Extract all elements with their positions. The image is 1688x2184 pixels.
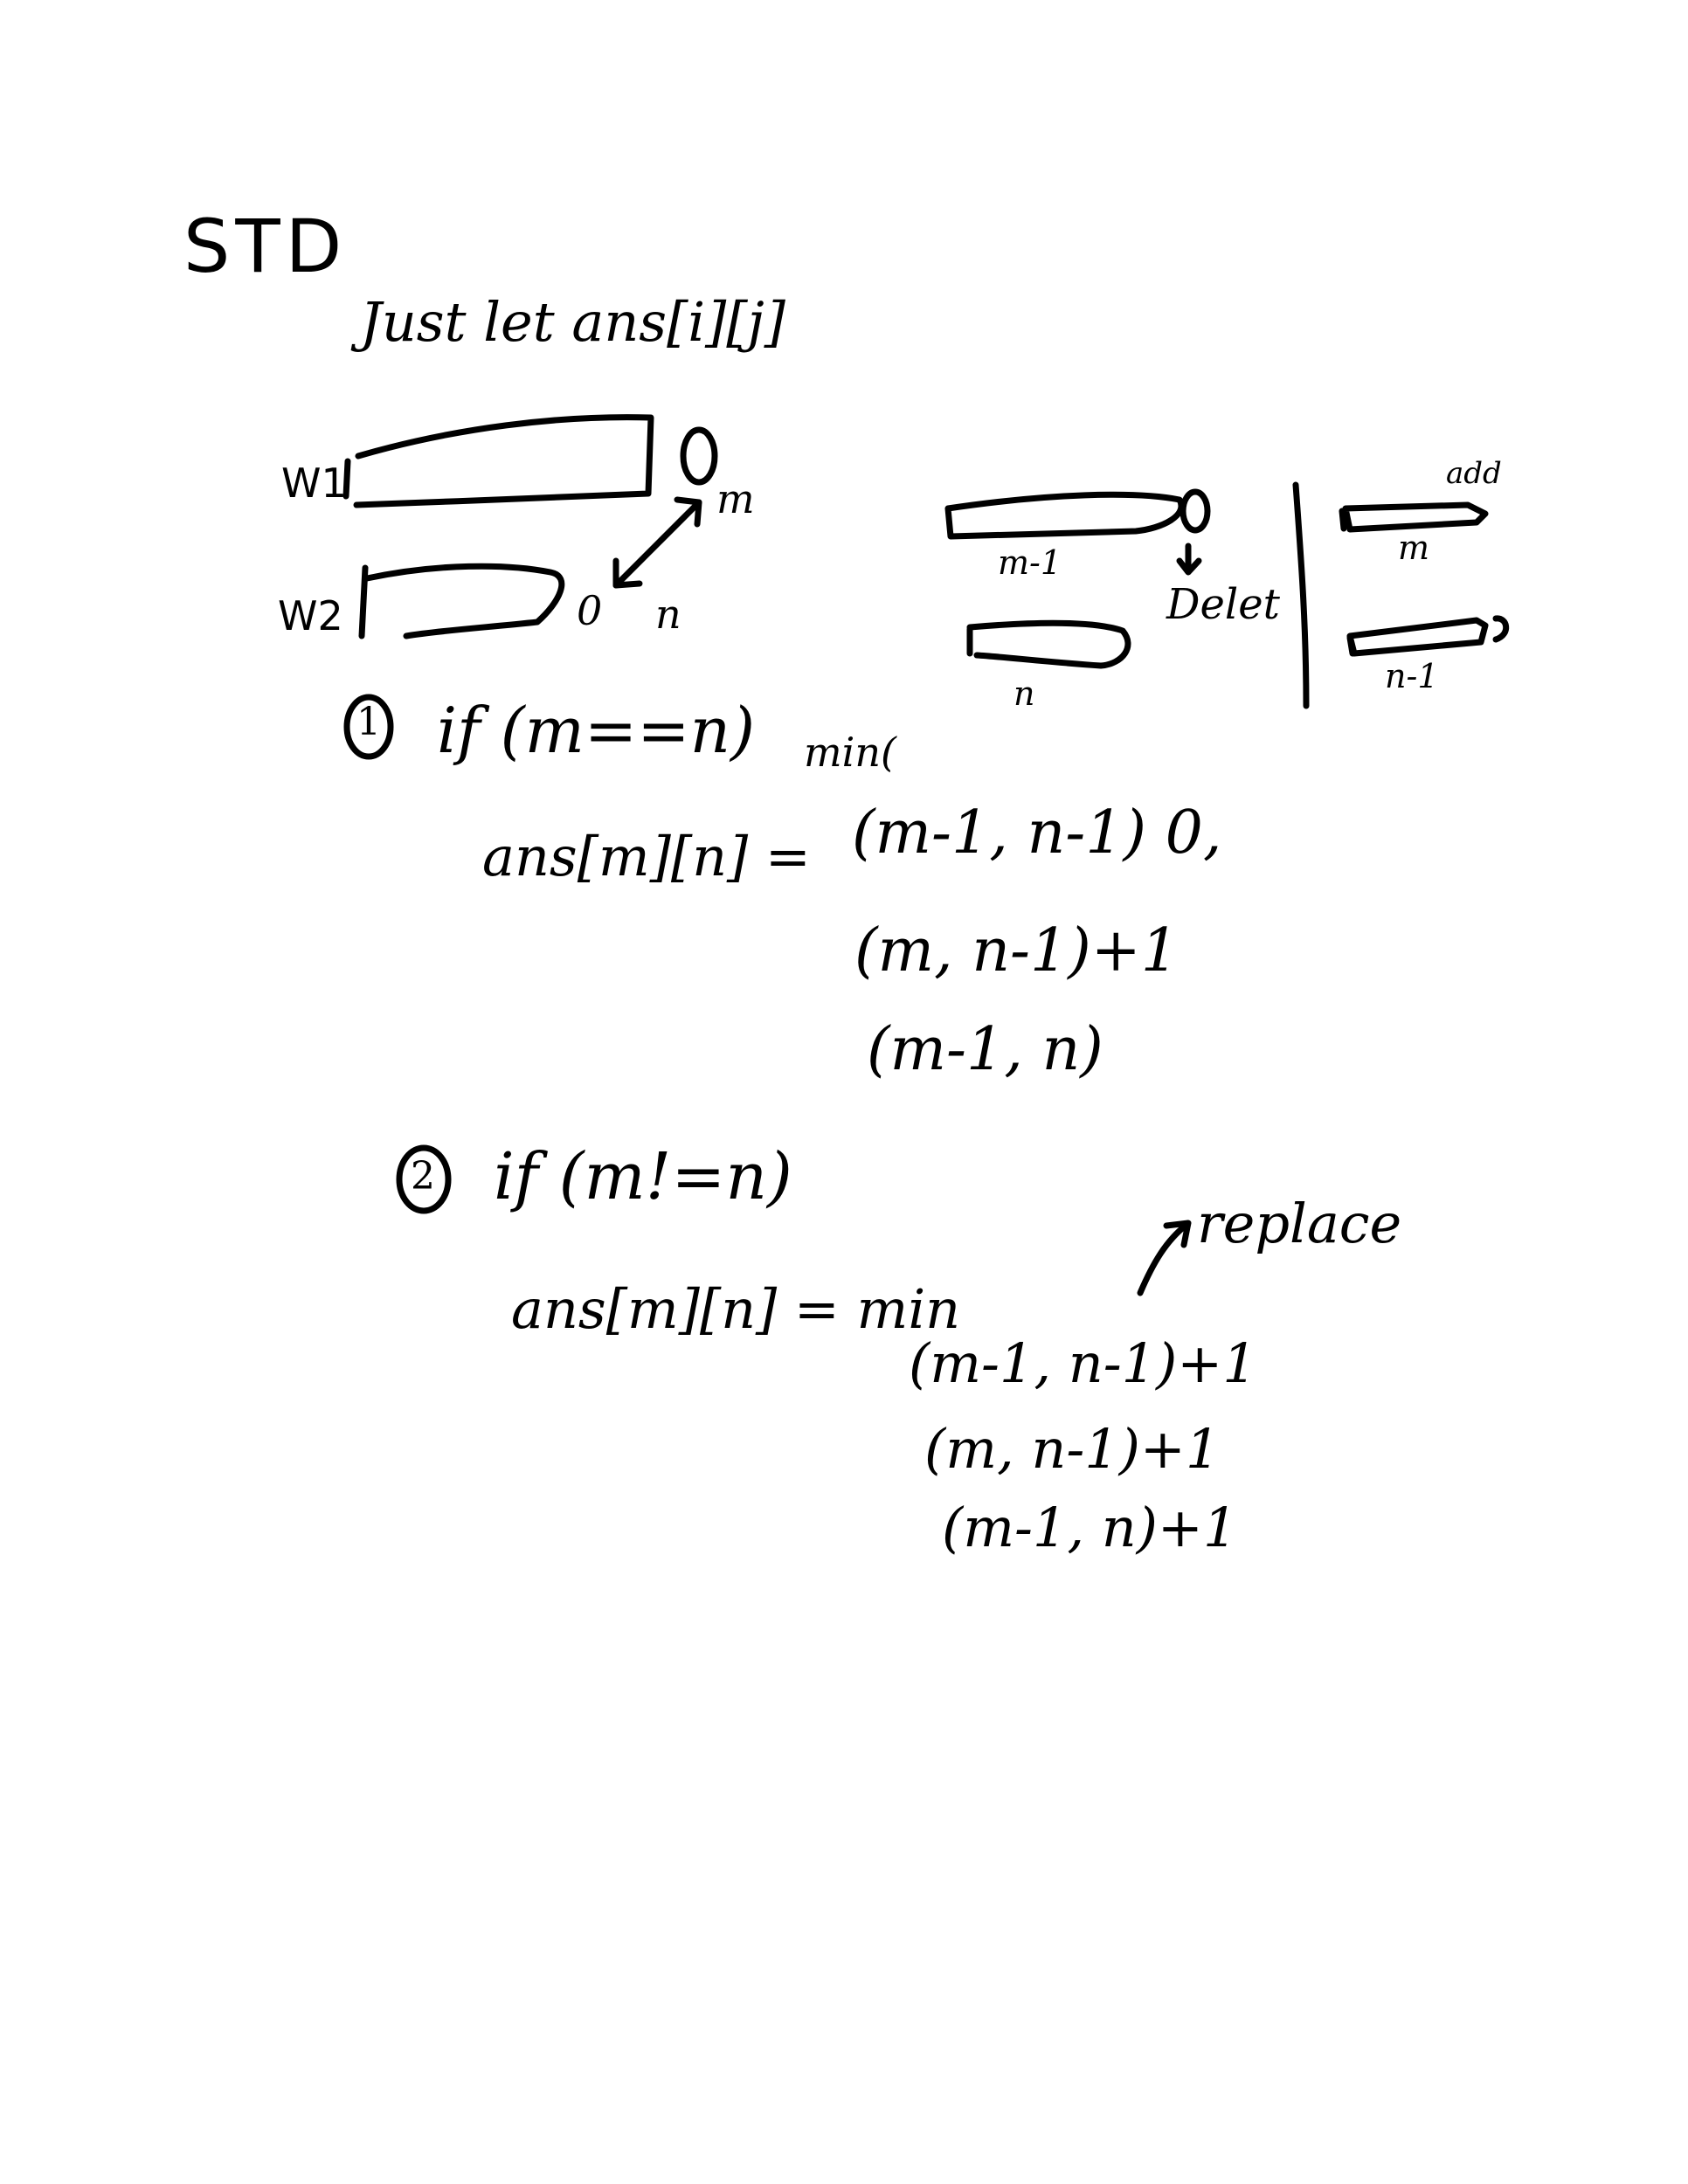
n-bar <box>966 619 1131 669</box>
intro-text: Just let ans[i][j] <box>360 290 785 354</box>
n1-label-far-right: n-1 <box>1385 657 1439 695</box>
case1-option-1: (m-1, n-1) 0, <box>852 798 1222 867</box>
m-bar-right <box>1342 501 1489 533</box>
replace-label: replace <box>1197 1192 1402 1255</box>
case2-lhs: ans[m][n] = min <box>511 1277 961 1341</box>
m-label-far-right: m <box>1398 529 1430 567</box>
case1-lhs: ans[m][n] = <box>482 825 811 888</box>
case1-option-3: (m-1, n) <box>867 1015 1103 1084</box>
replace-arrow <box>1137 1221 1190 1296</box>
add-end-mark <box>1492 615 1510 643</box>
m1-label: m-1 <box>998 543 1062 582</box>
case1-min-label: min( <box>804 729 896 776</box>
w1-end-circle <box>680 426 718 486</box>
m1-bar <box>944 491 1185 540</box>
w1-string-bar <box>353 414 654 508</box>
case2-option-3: (m-1, n)+1 <box>942 1496 1238 1559</box>
w2-string-bar <box>363 563 565 639</box>
case1-condition: if (m==n) <box>437 694 756 767</box>
n-label-left: n <box>655 591 681 638</box>
w2-tick <box>358 564 369 639</box>
case1-option-2: (m, n-1)+1 <box>854 916 1180 985</box>
m-n-arrow <box>612 499 702 589</box>
case2-marker: 2 <box>411 1154 435 1199</box>
case2-option-1: (m-1, n-1)+1 <box>909 1331 1257 1395</box>
delete-circle <box>1180 488 1211 534</box>
sketch-layer <box>342 414 1510 1296</box>
n-label-right: n <box>1013 674 1035 713</box>
w1-label: W1 <box>281 460 347 507</box>
case1-marker: 1 <box>356 700 381 744</box>
w2-label: W2 <box>278 592 343 639</box>
case2-option-2: (m, n-1)+1 <box>924 1417 1221 1481</box>
delete-label: Delet <box>1166 580 1280 629</box>
heading-std: STD <box>183 204 348 289</box>
add-label: add <box>1446 456 1502 491</box>
handwritten-note-page: STD Just let ans[i][j] W1 W2 m 0 n m-1 D… <box>0 0 1688 2184</box>
case2-condition: if (m!=n) <box>494 1139 792 1214</box>
n1-bar-right-tick <box>1346 634 1356 657</box>
zero-label-w2: 0 <box>577 587 603 634</box>
divider-line <box>1292 481 1310 709</box>
n1-bar-right <box>1346 617 1489 657</box>
m-bar-right-tick <box>1339 508 1347 532</box>
m-label-left: m <box>716 475 755 522</box>
